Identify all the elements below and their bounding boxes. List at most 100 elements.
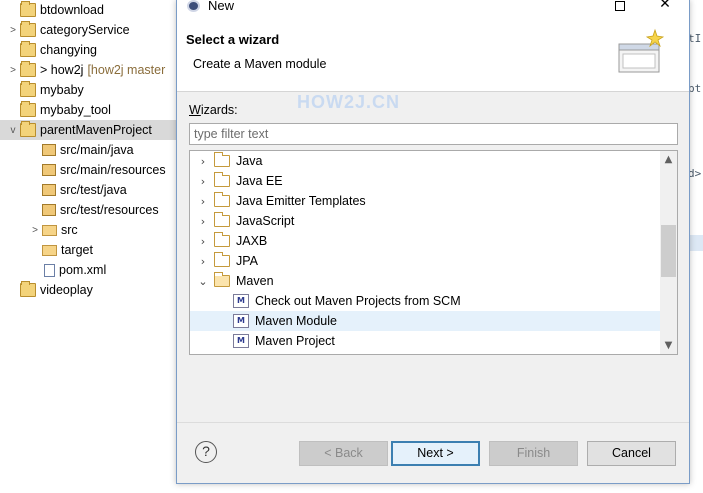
screen: btdownload > categoryService changying > > ho… [0,0,703,493]
editor-highlight-line [688,235,703,251]
explorer-item[interactable]: pom.xml [0,260,178,280]
wizards-label-mnemonic: W [189,103,201,117]
explorer-item[interactable]: > categoryService [0,20,178,40]
chevron-down-icon[interactable]: ⌄ [197,275,209,288]
maven-wizard-icon: M [233,294,249,308]
source-folder-icon [42,144,56,156]
dialog-title: New [208,0,235,13]
wizard-tree-label: Maven Project [255,334,335,348]
explorer-item[interactable]: mybaby_tool [0,100,178,120]
dialog-titlebar[interactable]: New — ✕ [177,0,689,14]
maven-project-icon [20,1,36,17]
explorer-item[interactable]: videoplay [0,280,178,300]
source-folder-icon [42,204,56,216]
wizard-item[interactable]: M Maven Module [190,311,660,331]
wizard-category[interactable]: › Java [190,151,660,171]
explorer-item[interactable]: > > how2j [how2j master [0,60,178,80]
explorer-item[interactable]: target [0,240,178,260]
back-button[interactable]: < Back [299,441,388,466]
folder-icon [42,244,57,256]
wizard-category[interactable]: › Java EE [190,171,660,191]
explorer-item[interactable]: src/main/java [0,140,178,160]
close-button[interactable]: ✕ [642,0,688,14]
folder-icon [214,152,230,167]
wizard-item[interactable]: M Maven Project [190,331,660,351]
wizard-tree-label: Java EE [236,174,283,188]
explorer-item-label: parentMavenProject [40,123,152,137]
explorer-item-label: > how2j [40,63,84,77]
background-strip [178,484,703,493]
maven-wizard-icon: M [233,334,249,348]
watermark: HOW2J.CN [297,92,401,112]
minimize-icon: — [559,0,573,12]
wizards-label: Wizards: [189,103,238,117]
scroll-up-icon[interactable]: ▲ [660,151,677,168]
explorer-item-label: categoryService [40,23,130,37]
wizard-tree-label: Java [236,154,263,168]
wizard-tree-label: Maven Module [255,314,337,328]
wizard-tree-label: JPA [236,254,258,268]
xml-file-icon [44,263,55,277]
wizard-category[interactable]: › JavaScript [190,211,660,231]
wizard-banner-icon [618,28,665,73]
source-folder-icon [42,164,56,176]
folder-icon [42,224,57,236]
wizard-tree-label: JAXB [236,234,268,248]
explorer-item-label: target [61,243,93,257]
tree-scrollbar[interactable]: ▲ ▼ [660,151,677,354]
chevron-right-icon[interactable]: › [197,155,209,168]
chevron-right-icon[interactable]: > [6,65,20,76]
explorer-item[interactable]: src/test/java [0,180,178,200]
project-explorer: btdownload > categoryService changying > > ho… [0,0,178,493]
chevron-right-icon[interactable]: > [6,25,20,36]
wizard-category[interactable]: › JPA [190,251,660,271]
wizard-item[interactable]: M Check out Maven Projects from SCM [190,291,660,311]
git-project-icon [20,61,36,77]
explorer-item[interactable]: btdownload [0,0,178,20]
help-button[interactable]: ? [195,441,217,463]
finish-button[interactable]: Finish [489,441,578,466]
scroll-thumb[interactable] [661,225,676,277]
folder-icon [214,192,230,207]
explorer-item-label: src/test/resources [60,203,159,217]
close-icon: ✕ [659,0,671,12]
maximize-button[interactable] [597,0,643,14]
wizard-tree-label: JavaScript [236,214,295,228]
chevron-right-icon[interactable]: › [197,195,209,208]
project-icon [20,101,36,117]
chevron-right-icon[interactable]: › [197,235,209,248]
explorer-item[interactable]: mybaby [0,80,178,100]
explorer-item[interactable]: src/main/resources [0,160,178,180]
explorer-item[interactable]: src/test/resources [0,200,178,220]
project-icon [20,41,36,57]
maven-project-icon [20,121,36,137]
eclipse-icon [187,0,200,12]
folder-icon [214,232,230,247]
wizard-tree-label: Maven [236,274,274,288]
chevron-right-icon[interactable]: › [197,215,209,228]
chevron-right-icon[interactable]: > [28,225,42,236]
chevron-down-icon[interactable]: v [6,125,20,136]
scroll-down-icon[interactable]: ▼ [660,337,677,354]
chevron-right-icon[interactable]: › [197,175,209,188]
explorer-item-label: src/test/java [60,183,127,197]
explorer-item[interactable]: v parentMavenProject [0,120,178,140]
cancel-button[interactable]: Cancel [587,441,676,466]
next-button[interactable]: Next > [391,441,480,466]
explorer-item[interactable]: changying [0,40,178,60]
explorer-item-label: pom.xml [59,263,107,277]
wizard-category[interactable]: › Java Emitter Templates [190,191,660,211]
editor-background: tI pt d> [688,0,703,493]
explorer-item-label: videoplay [40,283,93,297]
git-branch-label: [how2j master [87,63,166,77]
minimize-button[interactable]: — [543,0,589,14]
chevron-right-icon[interactable]: › [197,255,209,268]
wizard-category[interactable]: ⌄ Maven [190,271,660,291]
filter-input[interactable] [189,123,678,145]
explorer-item-label: btdownload [40,3,104,17]
wizard-category[interactable]: › JAXB [190,231,660,251]
header-title: Select a wizard [186,32,280,47]
explorer-item[interactable]: > src [0,220,178,240]
explorer-item-label: src/main/resources [60,163,166,177]
project-icon [20,281,36,297]
